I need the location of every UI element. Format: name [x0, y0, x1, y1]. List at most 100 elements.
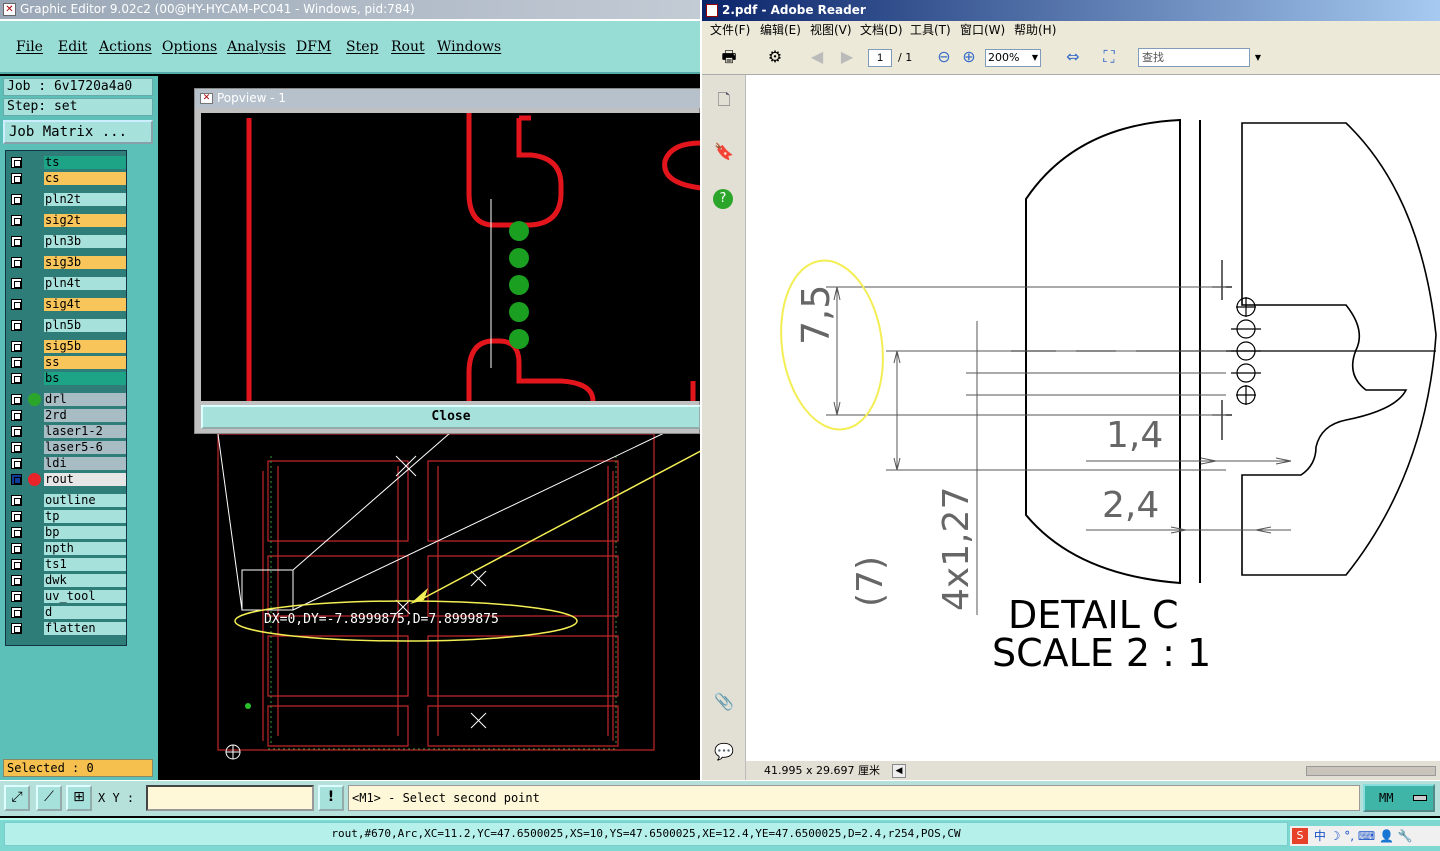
fit-width-icon[interactable]: ⇔ [1062, 46, 1084, 68]
menu-options[interactable]: Options [162, 39, 217, 55]
layer-row[interactable]: bp [8, 525, 126, 540]
ar-menu-edit[interactable]: 编辑(E) [760, 21, 801, 40]
layer-checkbox[interactable] [11, 320, 22, 331]
layer-row[interactable]: sig4t [8, 297, 126, 312]
layer-row[interactable]: sig2t [8, 213, 126, 228]
layer-row[interactable]: drl [8, 392, 126, 407]
snap-grid-icon[interactable]: ⊞ [66, 785, 92, 811]
layer-checkbox[interactable] [11, 543, 22, 554]
prev-page-icon[interactable]: ◀ [806, 46, 828, 68]
zoom-select[interactable]: 200% ▼ [985, 49, 1041, 67]
layer-checkbox[interactable] [11, 341, 22, 352]
pages-icon[interactable]: 🗋 [713, 89, 735, 111]
zoom-window-icon[interactable]: ⤢ [4, 785, 30, 811]
xy-input[interactable] [146, 785, 314, 811]
layer-row[interactable]: flatten [8, 621, 126, 636]
alert-icon[interactable]: ! [318, 785, 344, 811]
layer-row[interactable]: tp [8, 509, 126, 524]
layer-row[interactable]: outline [8, 493, 126, 508]
layer-checkbox[interactable] [11, 410, 22, 421]
layer-row[interactable]: 2rd [8, 408, 126, 423]
job-matrix-button[interactable]: Job Matrix ... [3, 120, 153, 144]
help-icon[interactable]: ? [713, 189, 733, 209]
menu-file[interactable]: File [16, 39, 43, 55]
search-dropdown-icon[interactable]: ▼ [1255, 49, 1261, 66]
page-number-input[interactable] [868, 49, 892, 67]
wrench-icon[interactable]: 🔧 [1398, 829, 1413, 843]
menu-windows[interactable]: Windows [437, 39, 501, 55]
layer-row[interactable]: ss [8, 355, 126, 370]
search-field[interactable]: 查找 ▼ [1138, 48, 1261, 67]
layer-row[interactable]: pln4t [8, 276, 126, 291]
ime-mode[interactable]: 中 [1314, 829, 1326, 843]
layer-row[interactable]: sig3b [8, 255, 126, 270]
fit-page-icon[interactable]: ⛶ [1098, 46, 1120, 68]
share-icon[interactable]: ⚙ [764, 46, 786, 68]
layer-row[interactable]: ts [8, 155, 126, 170]
layer-checkbox[interactable] [11, 215, 22, 226]
layer-row[interactable]: pln5b [8, 318, 126, 333]
zoom-in-icon[interactable]: ⊕ [958, 46, 980, 68]
comments-icon[interactable]: 💬 [713, 741, 735, 763]
layer-row[interactable]: sig5b [8, 339, 126, 354]
horizontal-scrollbar[interactable] [1306, 766, 1436, 776]
ime-logo-icon[interactable]: S [1292, 828, 1308, 844]
layer-row[interactable]: ldi [8, 456, 126, 471]
print-icon[interactable]: 🖶 [718, 46, 740, 68]
menu-dfm[interactable]: DFM [296, 39, 331, 55]
layer-checkbox[interactable] [11, 299, 22, 310]
layer-checkbox[interactable] [11, 442, 22, 453]
layer-checkbox[interactable] [11, 575, 22, 586]
moon-icon[interactable]: ☽ [1330, 829, 1341, 843]
layer-checkbox[interactable] [11, 527, 22, 538]
ar-menu-window[interactable]: 窗口(W) [960, 21, 1005, 40]
layer-row[interactable]: cs [8, 171, 126, 186]
layer-checkbox[interactable] [11, 607, 22, 618]
layer-checkbox[interactable] [11, 157, 22, 168]
layer-checkbox[interactable] [11, 394, 22, 405]
ar-menu-document[interactable]: 文档(D) [860, 21, 903, 40]
layer-checkbox[interactable] [11, 194, 22, 205]
layer-checkbox[interactable] [11, 357, 22, 368]
units-select[interactable]: MM [1363, 784, 1435, 812]
scroll-left-icon[interactable]: ◀ [892, 764, 906, 778]
ar-menu-tools[interactable]: 工具(T) [910, 21, 951, 40]
layer-checkbox[interactable] [11, 236, 22, 247]
menu-rout[interactable]: Rout [391, 39, 425, 55]
layer-row[interactable]: pln3b [8, 234, 126, 249]
menu-analysis[interactable]: Analysis [227, 39, 286, 55]
layer-row[interactable]: d [8, 605, 126, 620]
popview-canvas[interactable] [201, 113, 701, 401]
menu-actions[interactable]: Actions [99, 39, 152, 55]
user-icon[interactable]: 👤 [1379, 829, 1394, 843]
layer-row[interactable]: laser1-2 [8, 424, 126, 439]
layer-checkbox[interactable] [11, 591, 22, 602]
layer-checkbox[interactable] [11, 373, 22, 384]
layer-row[interactable]: uv_tool [8, 589, 126, 604]
ar-menu-help[interactable]: 帮助(H) [1014, 21, 1056, 40]
next-page-icon[interactable]: ▶ [836, 46, 858, 68]
layer-row[interactable]: npth [8, 541, 126, 556]
layer-checkbox[interactable] [11, 426, 22, 437]
layer-row[interactable]: rout [8, 472, 126, 487]
layer-checkbox[interactable] [11, 559, 22, 570]
layer-row[interactable]: laser5-6 [8, 440, 126, 455]
ar-menu-file[interactable]: 文件(F) [710, 21, 750, 40]
measure-tool-icon[interactable]: ⟋ [36, 785, 62, 811]
layer-row[interactable]: bs [8, 371, 126, 386]
layer-row[interactable]: dwk [8, 573, 126, 588]
layer-checkbox[interactable] [11, 623, 22, 634]
layer-checkbox[interactable] [11, 173, 22, 184]
keyboard-icon[interactable]: ⌨ [1358, 829, 1375, 843]
layer-row[interactable]: ts1 [8, 557, 126, 572]
layer-checkbox[interactable] [11, 458, 22, 469]
menu-edit[interactable]: Edit [58, 39, 87, 55]
layer-checkbox-work[interactable] [11, 474, 22, 485]
zoom-out-icon[interactable]: ⊖ [933, 46, 955, 68]
layer-checkbox[interactable] [11, 278, 22, 289]
layer-checkbox[interactable] [11, 495, 22, 506]
menu-step[interactable]: Step [346, 39, 378, 55]
attachments-icon[interactable]: 📎 [713, 691, 735, 713]
layer-checkbox[interactable] [11, 511, 22, 522]
bookmarks-icon[interactable]: 🔖 [713, 141, 735, 163]
